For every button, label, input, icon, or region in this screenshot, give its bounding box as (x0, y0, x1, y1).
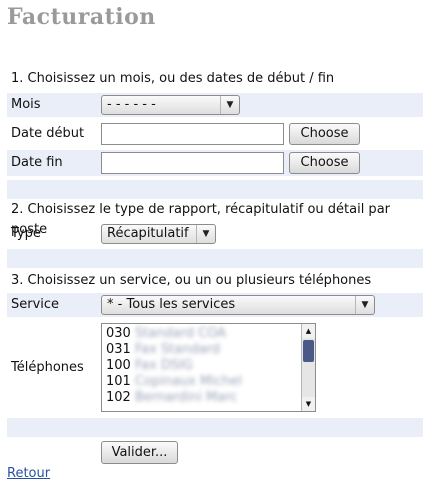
list-item[interactable]: 102 Bernardini Marc (106, 390, 242, 406)
start-date-label: Date début (11, 126, 85, 141)
type-row: Type Récapitulatif ▼ (7, 222, 423, 246)
type-select-value: Récapitulatif (107, 226, 189, 241)
page-title: Facturation (7, 4, 156, 30)
section-3-heading: 3. Choisissez un service, ou un ou plusi… (7, 271, 423, 291)
section-2-spacer (7, 249, 423, 268)
phones-label: Téléphones (11, 360, 84, 375)
list-item[interactable]: 100 Fax DSIG (106, 358, 242, 374)
phone-code: 031 (106, 342, 131, 357)
start-date-row: Date début Choose (7, 121, 423, 147)
end-date-label: Date fin (11, 155, 63, 170)
type-label: Type (11, 226, 41, 241)
service-row: Service * - Tous les services ▼ (7, 293, 423, 317)
phone-name: Fax Standard (134, 342, 221, 357)
service-select-value: * - Tous les services (107, 297, 236, 312)
section-3-spacer (7, 418, 423, 437)
phone-code: 101 (106, 374, 131, 389)
back-link[interactable]: Retour (7, 466, 50, 481)
service-label: Service (11, 297, 60, 312)
chevron-down-icon: ▼ (220, 96, 239, 114)
month-row: Mois - - - - - - ▼ (7, 93, 423, 117)
chevron-down-icon: ▼ (196, 225, 215, 243)
phone-name: Fax DSIG (134, 358, 194, 373)
start-date-choose-button[interactable]: Choose (289, 123, 360, 145)
service-select[interactable]: * - Tous les services ▼ (101, 295, 375, 315)
submit-button[interactable]: Valider... (101, 441, 178, 464)
chevron-down-icon: ▼ (355, 296, 374, 314)
scrollbar-thumb[interactable] (303, 340, 314, 362)
list-item[interactable]: 101 Copinaux Michel (106, 374, 242, 390)
phones-scrollbar[interactable]: ▲ ▼ (301, 324, 315, 411)
scroll-up-icon[interactable]: ▲ (302, 324, 315, 338)
end-date-choose-button[interactable]: Choose (289, 152, 360, 174)
list-item[interactable]: 031 Fax Standard (106, 342, 242, 358)
phone-name: Bernardini Marc (134, 390, 238, 405)
month-select[interactable]: - - - - - - ▼ (101, 95, 240, 115)
end-date-row: Date fin Choose (7, 150, 423, 176)
phones-listbox[interactable]: 030 Standard COA 031 Fax Standard 100 Fax D… (101, 323, 316, 412)
section-2-heading: 2. Choisissez le type de rapport, récapi… (7, 200, 423, 237)
phone-code: 100 (106, 358, 131, 373)
phone-name: Standard COA (134, 326, 227, 341)
phone-name: Copinaux Michel (134, 374, 242, 389)
type-select[interactable]: Récapitulatif ▼ (101, 224, 216, 244)
section-1-heading: 1. Choisissez un mois, ou des dates de d… (7, 69, 423, 89)
month-label: Mois (11, 97, 41, 112)
list-item[interactable]: 030 Standard COA (106, 326, 242, 342)
end-date-input[interactable] (101, 152, 284, 174)
scroll-down-icon[interactable]: ▼ (302, 397, 315, 411)
month-select-value: - - - - - - (107, 97, 156, 112)
phone-code: 102 (106, 390, 131, 405)
section-1-spacer (7, 180, 423, 199)
phone-code: 030 (106, 326, 131, 341)
start-date-input[interactable] (101, 123, 284, 145)
